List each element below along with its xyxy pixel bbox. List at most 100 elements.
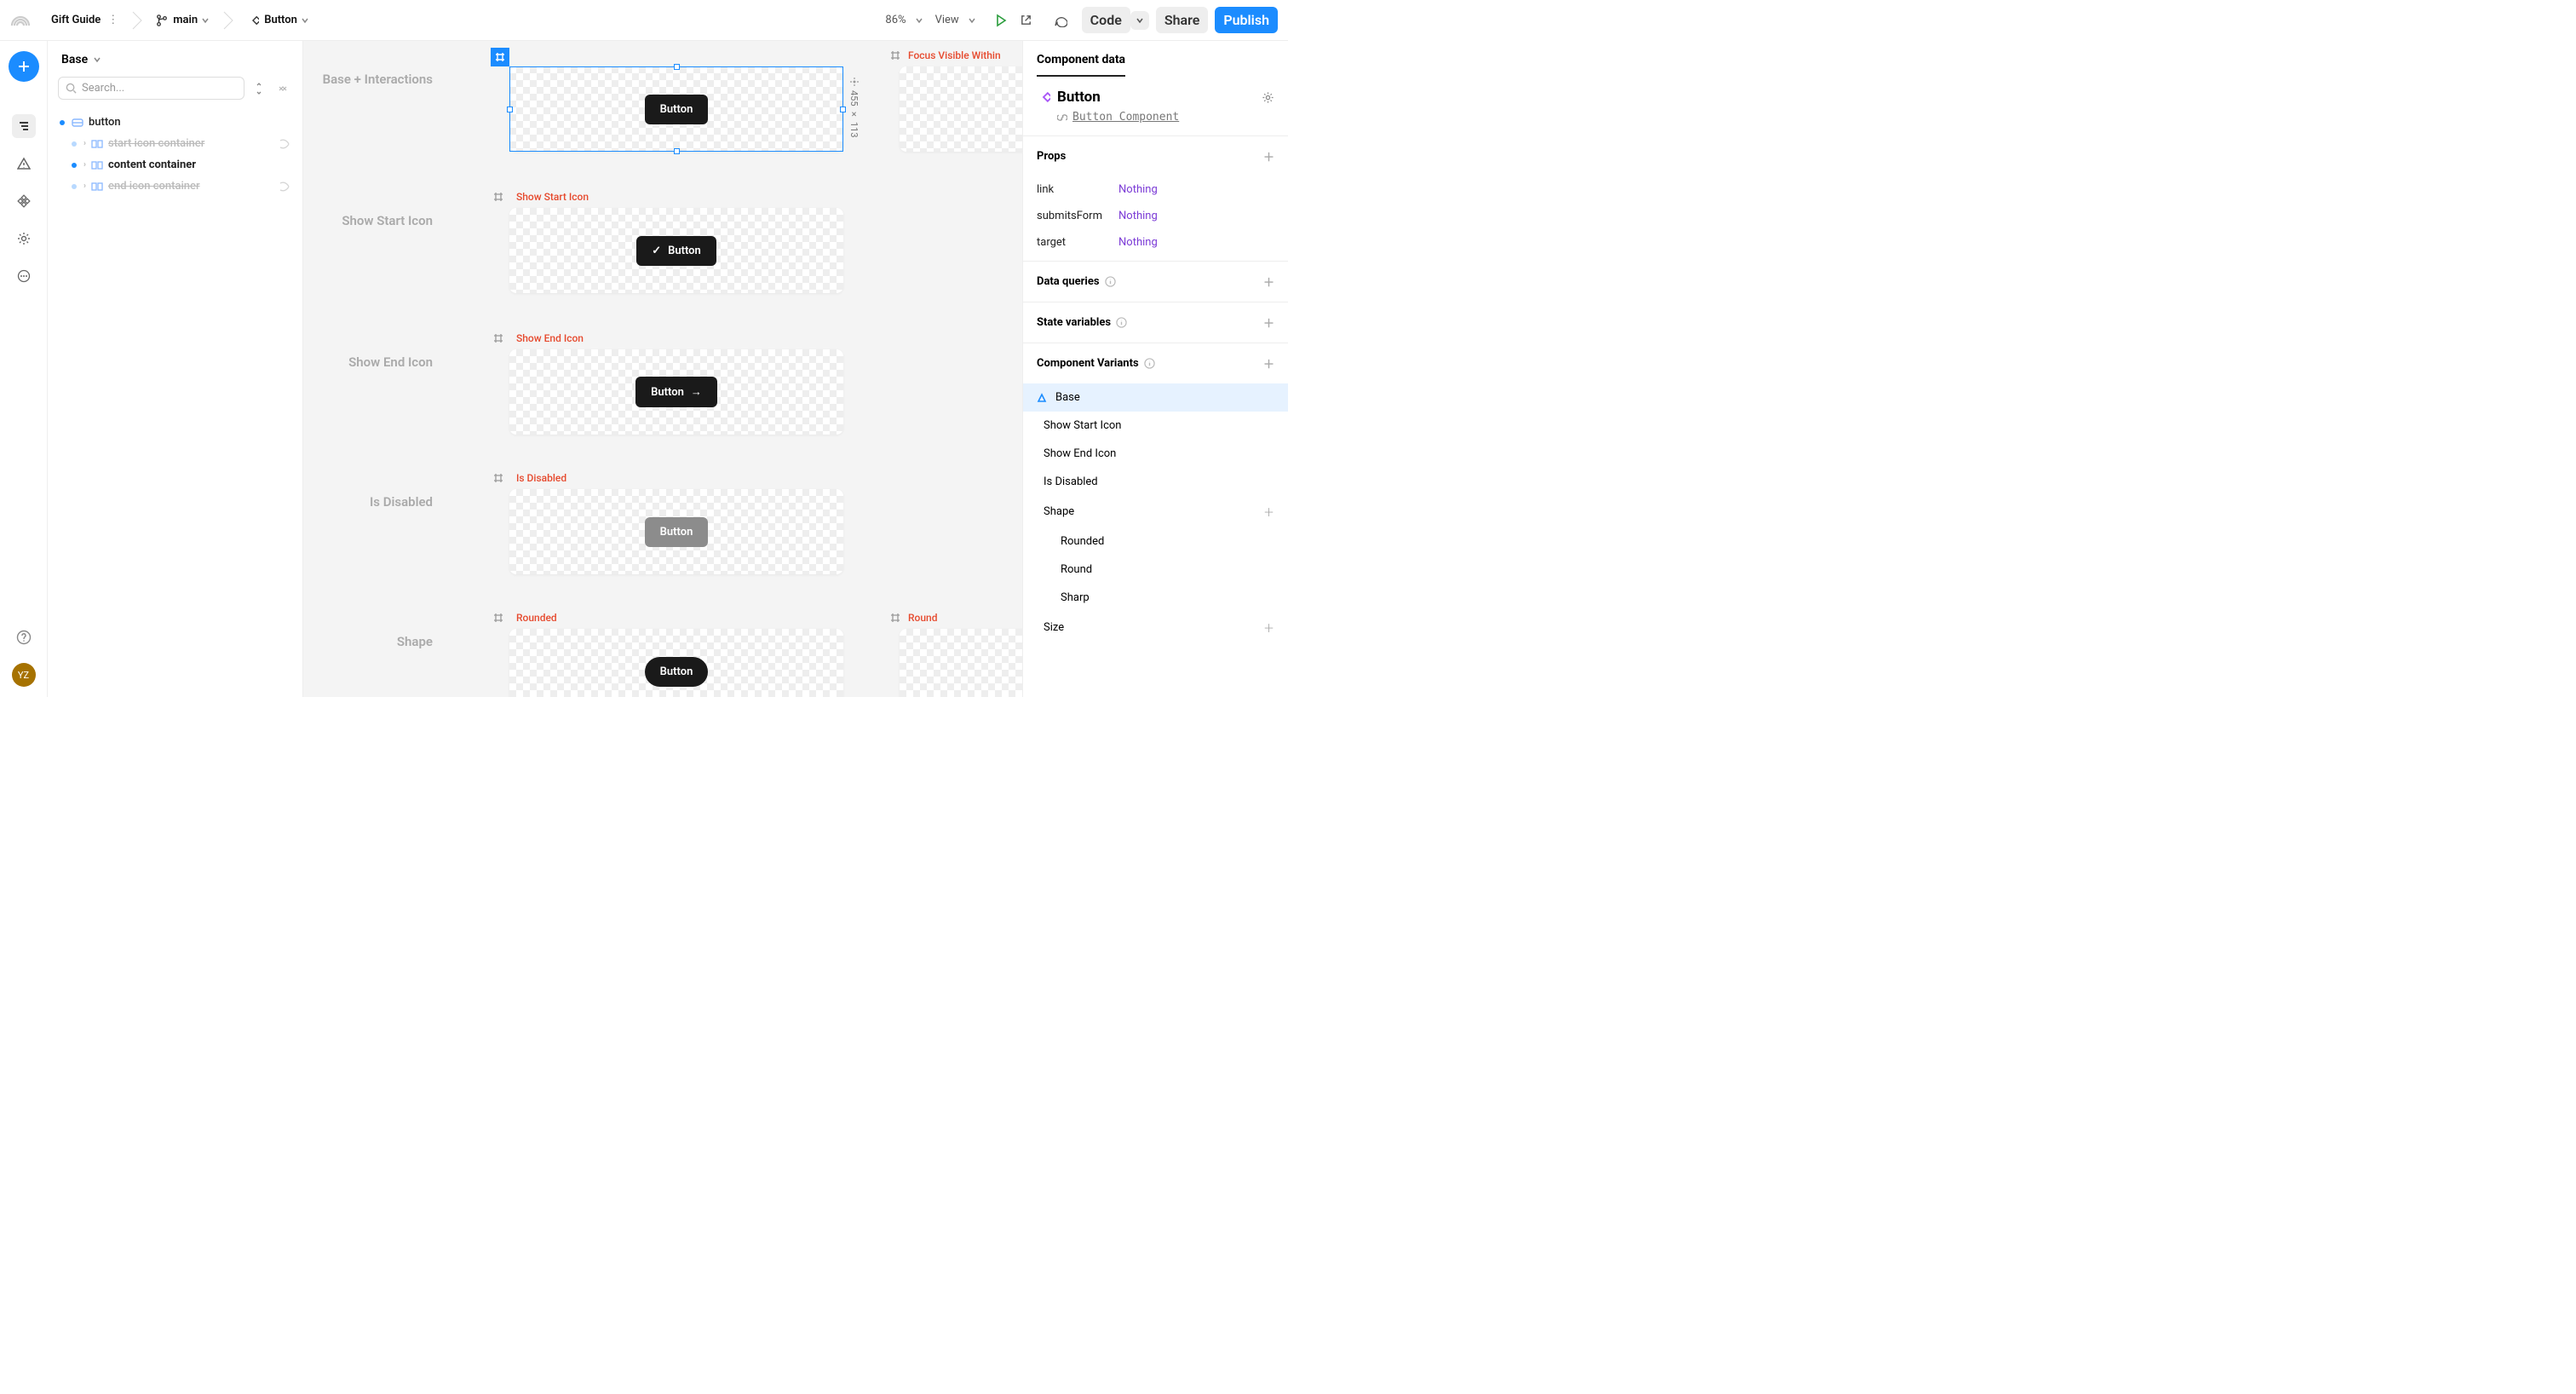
check-icon: ✓ [652, 245, 661, 257]
prop-link[interactable]: linkNothing [1023, 176, 1288, 203]
frame-icon[interactable] [492, 472, 504, 484]
tree-label: content container [108, 158, 196, 171]
plus-icon[interactable]: ＋ [1263, 619, 1274, 636]
variant-base[interactable]: Base [1023, 383, 1288, 412]
publish-button[interactable]: Publish [1215, 7, 1278, 33]
variant-round[interactable]: Round [1023, 556, 1288, 584]
code-button[interactable]: Code [1082, 7, 1130, 33]
variant-disabled[interactable]: Is Disabled [1023, 468, 1288, 496]
artboard-focus[interactable] [900, 66, 1022, 152]
prop-value: Nothing [1118, 210, 1158, 222]
avatar[interactable]: YZ [12, 663, 36, 687]
plus-icon[interactable]: ＋ [1263, 314, 1274, 331]
tree-item-end-icon[interactable]: › end icon container [48, 176, 302, 197]
variant-rounded[interactable]: Rounded [1023, 527, 1288, 556]
variant-sharp[interactable]: Sharp [1023, 584, 1288, 612]
outline-tab-icon[interactable] [12, 114, 36, 138]
expand-icon[interactable]: › [83, 139, 86, 148]
breadcrumb-branch[interactable]: main [146, 7, 220, 34]
slot-icon [72, 118, 83, 128]
component-variants-head[interactable]: Component Variants ＋ [1023, 343, 1288, 383]
plus-icon[interactable]: ＋ [1263, 355, 1274, 372]
variant-shape[interactable]: Shape＋ [1023, 496, 1288, 527]
info-icon[interactable] [1105, 276, 1116, 287]
info-icon[interactable] [1116, 317, 1127, 328]
settings-tab-icon[interactable] [12, 227, 36, 251]
outline-head[interactable]: Base [48, 41, 302, 73]
plus-icon[interactable]: ＋ [1263, 148, 1274, 164]
open-external-button[interactable] [1014, 8, 1039, 33]
frame-icon[interactable] [492, 612, 504, 624]
arrow-right-icon: → [691, 385, 702, 399]
prop-target[interactable]: targetNothing [1023, 229, 1288, 261]
artboard-start-icon[interactable]: ✓Button [509, 208, 843, 293]
container-icon [91, 161, 103, 170]
artboard-base[interactable]: Button [509, 66, 843, 152]
frame-icon[interactable] [492, 332, 504, 344]
chevron-down-icon [301, 16, 309, 25]
plus-icon[interactable]: ＋ [1263, 504, 1274, 520]
data-queries-section: Data queries ＋ [1023, 262, 1288, 302]
prop-value: Nothing [1118, 183, 1158, 196]
tab-component-data[interactable]: Component data [1037, 53, 1125, 77]
expand-icon[interactable]: › [83, 160, 86, 170]
state-variables-head[interactable]: State variables ＋ [1023, 302, 1288, 343]
view-control[interactable]: View [935, 14, 976, 26]
tree-item-start-icon[interactable]: › start icon container [48, 133, 302, 154]
component-link[interactable]: Button Component [1057, 111, 1274, 124]
variant-label-round[interactable]: Round [908, 612, 937, 624]
breadcrumb-project[interactable]: Gift Guide ⋮ [41, 7, 129, 34]
help-icon[interactable] [12, 625, 36, 649]
app-logo[interactable] [10, 10, 31, 31]
variant-label: Rounded [1061, 535, 1104, 548]
tree-item-content[interactable]: › content container [48, 154, 302, 176]
expand-icon[interactable]: › [83, 181, 86, 191]
tree-item-button[interactable]: button [48, 112, 302, 133]
variant-size[interactable]: Size＋ [1023, 612, 1288, 643]
data-queries-head[interactable]: Data queries ＋ [1023, 262, 1288, 302]
artboard-round[interactable] [900, 629, 1022, 697]
breadcrumb-component[interactable]: Button [237, 7, 319, 34]
artboard-end-icon[interactable]: Button→ [509, 349, 843, 435]
prop-submitsform[interactable]: submitsFormNothing [1023, 203, 1288, 229]
variant-label-end[interactable]: Show End Icon [516, 332, 584, 344]
info-icon[interactable] [1144, 358, 1155, 369]
props-head[interactable]: Props ＋ [1023, 136, 1288, 176]
more-icon[interactable]: ⋮ [107, 14, 118, 26]
artboard-disabled[interactable]: Button [509, 489, 843, 574]
code-dropdown[interactable] [1130, 11, 1149, 30]
selection-frame-tag[interactable] [491, 48, 509, 66]
frame-icon[interactable] [889, 49, 901, 61]
section-title: State variables [1037, 316, 1111, 329]
variant-label-focus[interactable]: Focus Visible Within [908, 49, 1001, 61]
artboard-rounded[interactable]: Button [509, 629, 843, 697]
zoom-control[interactable]: 86% [885, 14, 923, 26]
frame-icon[interactable] [492, 191, 504, 203]
more-tab-icon[interactable] [12, 264, 36, 288]
variant-label-rounded[interactable]: Rounded [516, 612, 557, 624]
comment-button[interactable] [1048, 8, 1073, 33]
search-input[interactable]: Search... [58, 77, 244, 100]
gear-icon[interactable] [1262, 91, 1274, 104]
variant-start-icon[interactable]: Show Start Icon [1023, 412, 1288, 440]
variant-label: Base [1055, 391, 1080, 404]
components-tab-icon[interactable] [12, 189, 36, 213]
collapse-all-icon[interactable] [273, 79, 292, 98]
dimensions-text: 455 × 113 [848, 90, 860, 138]
project-name: Gift Guide [51, 14, 101, 26]
frame-icon[interactable] [889, 612, 901, 624]
add-button[interactable] [9, 51, 39, 82]
share-button[interactable]: Share [1156, 7, 1209, 33]
share-label: Share [1164, 12, 1200, 28]
variant-end-icon[interactable]: Show End Icon [1023, 440, 1288, 468]
plus-icon[interactable]: ＋ [1263, 274, 1274, 290]
component-variants-section: Component Variants ＋ Base Show Start Ico… [1023, 343, 1288, 643]
canvas[interactable]: Base + Interactions Show Start Icon Show… [303, 41, 1022, 697]
expand-collapse-icon[interactable] [250, 79, 268, 98]
play-button[interactable] [988, 8, 1014, 33]
warnings-tab-icon[interactable] [12, 152, 36, 176]
variant-label-start[interactable]: Show Start Icon [516, 191, 589, 203]
outline-tree: button › start icon container › content … [48, 108, 302, 200]
variant-label-disabled[interactable]: Is Disabled [516, 472, 566, 484]
triangle-icon [1037, 393, 1047, 403]
